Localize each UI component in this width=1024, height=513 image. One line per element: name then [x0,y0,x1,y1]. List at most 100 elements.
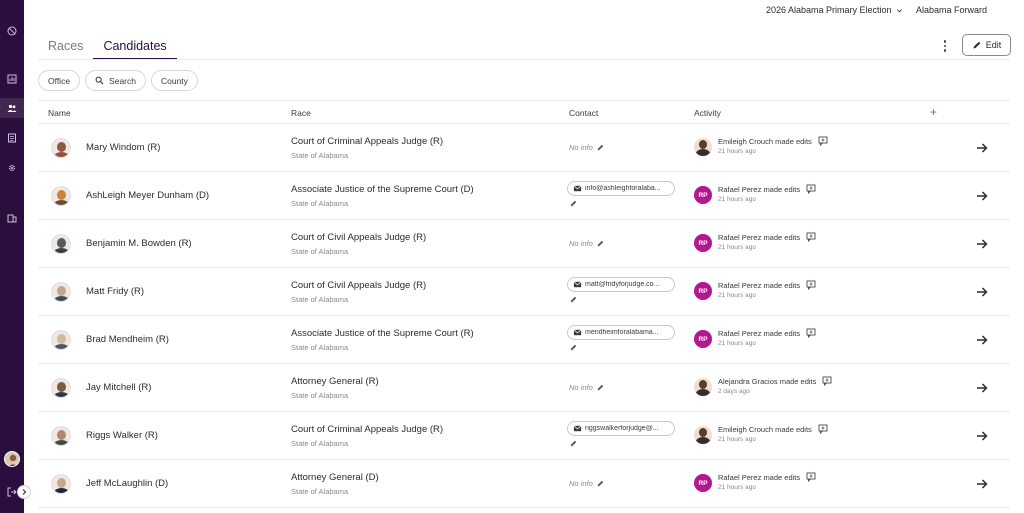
contact-email-chip[interactable]: matt@fridyforjudge.co... [567,277,675,292]
contact-email-chip[interactable]: info@ashleighforalaba... [567,181,675,196]
arrow-right-icon[interactable] [975,237,989,251]
election-selector[interactable]: 2026 Alabama Primary Election [766,5,903,15]
actor-initials: RP [698,335,708,343]
table-row[interactable]: Jay Mitchell (R) Attorney General (R) St… [38,364,1010,412]
logo-icon[interactable] [0,21,24,41]
candidate-name[interactable]: Matt Fridy (R) [86,286,144,297]
sidebar-nav [0,0,24,513]
actor-avatar [694,426,712,444]
table-row[interactable]: Riggs Walker (R) Court of Criminal Appea… [38,412,1010,460]
comment-icon[interactable] [806,184,816,194]
activity-text: Rafael Perez made edits [718,472,816,482]
building-icon[interactable] [0,208,24,228]
tab-races[interactable]: Races [38,34,93,60]
column-activity[interactable]: Activity [694,108,721,118]
arrow-right-icon[interactable] [975,429,989,443]
actor-initials: RP [698,287,708,295]
pencil-icon[interactable] [570,200,577,207]
contact-no-info[interactable]: No info [569,239,604,248]
race-title: Court of Criminal Appeals Judge (R) [291,136,444,147]
candidate-name[interactable]: Riggs Walker (R) [86,430,158,441]
add-column-button[interactable]: + [930,105,937,119]
contact-no-info[interactable]: No info [569,143,604,152]
table-row[interactable]: Jeff McLaughlin (D) Attorney General (D)… [38,460,1010,508]
activity-time: 21 hours ago [718,340,756,347]
race-jurisdiction: State of Alabama [291,151,349,160]
office-filter[interactable]: Office [38,70,81,91]
edit-button-label: Edit [985,40,1002,50]
activity-label: Alejandra Gracios made edits [718,376,817,386]
candidate-name[interactable]: Jay Mitchell (R) [86,382,151,393]
search-icon [95,76,104,85]
contact-email: info@ashleighforalaba... [585,185,661,192]
tab-candidates[interactable]: Candidates [93,34,177,60]
election-name: 2026 Alabama Primary Election [766,5,892,15]
people-icon[interactable] [0,98,24,118]
candidate-name[interactable]: Benjamin M. Bowden (R) [86,238,192,249]
pencil-icon[interactable] [570,296,577,303]
arrow-right-icon[interactable] [975,477,989,491]
comment-icon[interactable] [806,328,816,338]
comment-icon[interactable] [822,376,832,386]
list-icon[interactable] [0,128,24,148]
race-title: Court of Criminal Appeals Judge (R) [291,424,444,435]
candidate-name[interactable]: Jeff McLaughlin (D) [86,478,168,489]
pencil-icon[interactable] [570,344,577,351]
candidate-avatar [51,474,71,494]
arrow-right-icon[interactable] [975,285,989,299]
table-row[interactable]: Matt Fridy (R) Court of Civil Appeals Ju… [38,268,1010,316]
chevron-down-icon [896,8,902,12]
arrow-right-icon[interactable] [975,333,989,347]
arrow-right-icon[interactable] [975,141,989,155]
contact-no-info[interactable]: No info [569,383,604,392]
candidate-avatar [51,234,71,254]
comment-icon[interactable] [806,232,816,242]
candidate-name[interactable]: Brad Mendheim (R) [86,334,169,345]
contact-email-chip[interactable]: riggswalkerforjudge@... [567,421,675,436]
table-row[interactable]: Brad Mendheim (R) Associate Justice of t… [38,316,1010,364]
actor-initials: RP [698,191,708,199]
comment-icon[interactable] [806,472,816,482]
race-jurisdiction: State of Alabama [291,487,349,496]
more-options-button[interactable] [938,38,952,54]
candidate-name[interactable]: Mary Windom (R) [86,142,160,153]
actor-avatar: RP [694,234,712,252]
race-jurisdiction: State of Alabama [291,199,349,208]
search-filter[interactable]: Search [85,70,146,91]
edit-button[interactable]: Edit [962,34,1011,56]
pencil-icon[interactable] [570,440,577,447]
table-header: Name Race Contact Activity + [38,100,1010,124]
activity-label: Emileigh Crouch made edits [718,424,812,434]
column-name[interactable]: Name [48,108,71,118]
candidate-avatar [51,378,71,398]
contact-no-info[interactable]: No info [569,479,604,488]
candidate-avatar [51,282,71,302]
table-row[interactable]: Mary Windom (R) Court of Criminal Appeal… [38,124,1010,172]
user-avatar[interactable] [4,451,20,467]
tabs-divider [38,59,1010,60]
comment-icon[interactable] [818,136,828,146]
race-title: Attorney General (D) [291,472,379,483]
office-filter-label: Office [48,75,71,86]
race-title: Associate Justice of the Supreme Court (… [291,184,474,195]
arrow-right-icon[interactable] [975,381,989,395]
comment-icon[interactable] [806,280,816,290]
race-jurisdiction: State of Alabama [291,295,349,304]
expand-sidebar-button[interactable] [17,485,31,499]
column-contact[interactable]: Contact [569,108,598,118]
column-race[interactable]: Race [291,108,311,118]
organization-name[interactable]: Alabama Forward [916,5,987,15]
contact-email: matt@fridyforjudge.co... [585,281,660,288]
candidate-name[interactable]: AshLeigh Meyer Dunham (D) [86,190,209,201]
contact-email-chip[interactable]: mendheimforalabama... [567,325,675,340]
table-row[interactable]: Benjamin M. Bowden (R) Court of Civil Ap… [38,220,1010,268]
county-filter[interactable]: County [150,70,198,91]
pencil-icon [597,480,603,487]
table-row[interactable]: AshLeigh Meyer Dunham (D) Associate Just… [38,172,1010,220]
comment-icon[interactable] [818,424,828,434]
search-filter-label: Search [109,75,136,86]
chart-icon[interactable] [0,69,24,89]
arrow-right-icon[interactable] [975,189,989,203]
gear-icon[interactable] [0,158,24,178]
activity-text: Rafael Perez made edits [718,184,816,194]
